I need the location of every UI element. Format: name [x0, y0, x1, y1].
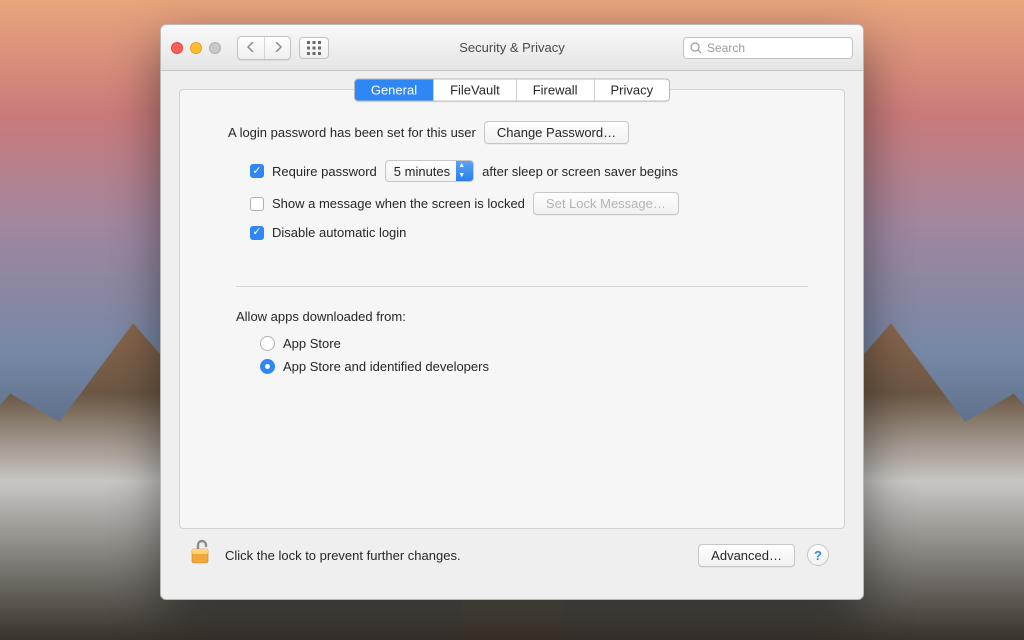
disable-auto-login-row: Disable automatic login	[250, 225, 808, 240]
chevron-left-icon	[247, 42, 255, 52]
allow-identified-radio[interactable]	[260, 359, 275, 374]
require-password-delay-popup[interactable]: 5 minutes ▲▼	[385, 160, 474, 182]
login-password-text: A login password has been set for this u…	[228, 125, 476, 140]
allow-appstore-row: App Store	[260, 336, 808, 351]
require-password-label-before: Require password	[272, 164, 377, 179]
chevron-right-icon	[274, 42, 282, 52]
lock-icon[interactable]	[189, 539, 213, 572]
window-body: General FileVault Firewall Privacy A log…	[161, 71, 863, 599]
nav-back-forward	[237, 36, 291, 60]
allow-identified-label: App Store and identified developers	[283, 359, 489, 374]
minimize-window-button[interactable]	[190, 42, 202, 54]
close-window-button[interactable]	[171, 42, 183, 54]
preferences-panel: General FileVault Firewall Privacy A log…	[179, 89, 845, 529]
require-password-label-after: after sleep or screen saver begins	[482, 164, 678, 179]
require-password-checkbox[interactable]	[250, 164, 264, 178]
section-divider	[236, 286, 808, 287]
grid-icon	[307, 41, 321, 55]
security-privacy-window: Security & Privacy Search General FileVa…	[160, 24, 864, 600]
tab-firewall[interactable]: Firewall	[516, 80, 594, 101]
back-button[interactable]	[238, 37, 264, 59]
general-tab-content: A login password has been set for this u…	[180, 113, 844, 382]
popup-stepper-icon: ▲▼	[456, 161, 473, 181]
allow-apps-label: Allow apps downloaded from:	[236, 309, 808, 324]
change-password-button[interactable]: Change Password…	[484, 121, 629, 144]
allow-appstore-radio[interactable]	[260, 336, 275, 351]
search-input[interactable]: Search	[683, 37, 853, 59]
show-message-checkbox[interactable]	[250, 197, 264, 211]
forward-button[interactable]	[264, 37, 290, 59]
window-traffic-lights	[171, 42, 221, 54]
help-button[interactable]: ?	[807, 544, 829, 566]
login-password-row: A login password has been set for this u…	[228, 121, 808, 144]
zoom-window-button[interactable]	[209, 42, 221, 54]
show-message-label: Show a message when the screen is locked	[272, 196, 525, 211]
tab-general[interactable]: General	[355, 80, 433, 101]
require-password-row: Require password 5 minutes ▲▼ after slee…	[250, 160, 808, 182]
search-placeholder: Search	[707, 41, 745, 55]
allow-identified-row: App Store and identified developers	[260, 359, 808, 374]
require-password-delay-value: 5 minutes	[394, 164, 456, 179]
tab-privacy[interactable]: Privacy	[594, 80, 670, 101]
set-lock-message-button[interactable]: Set Lock Message…	[533, 192, 679, 215]
show-all-preferences-button[interactable]	[299, 37, 329, 59]
allow-appstore-label: App Store	[283, 336, 341, 351]
search-icon	[690, 42, 702, 54]
lock-footer-text: Click the lock to prevent further change…	[225, 548, 461, 563]
panel-footer: Click the lock to prevent further change…	[179, 529, 845, 581]
show-message-row: Show a message when the screen is locked…	[250, 192, 808, 215]
disable-auto-login-label: Disable automatic login	[272, 225, 406, 240]
tab-filevault[interactable]: FileVault	[433, 80, 516, 101]
tab-bar: General FileVault Firewall Privacy	[354, 79, 670, 102]
window-toolbar: Security & Privacy Search	[161, 25, 863, 71]
advanced-button[interactable]: Advanced…	[698, 544, 795, 567]
disable-auto-login-checkbox[interactable]	[250, 226, 264, 240]
